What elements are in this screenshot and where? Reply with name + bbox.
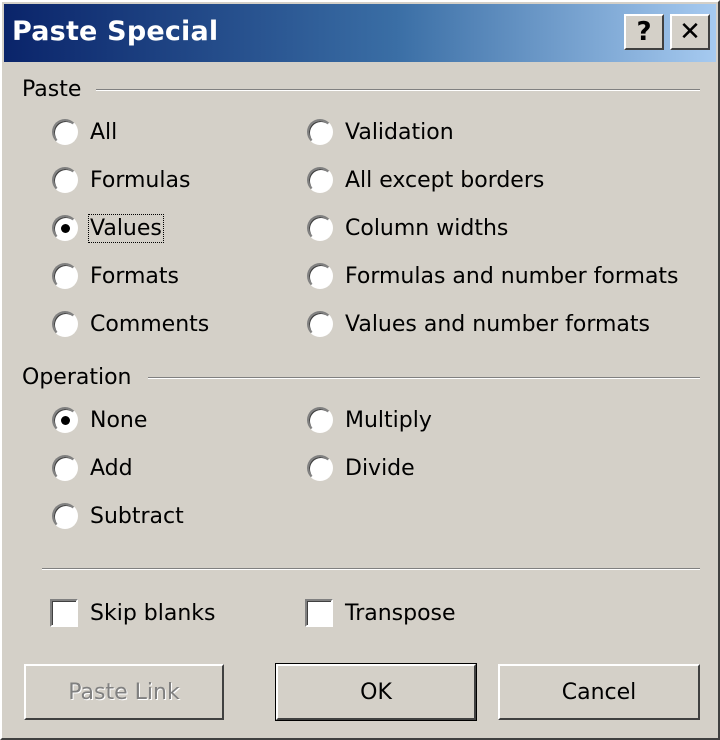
paste-special-dialog: Paste Special ? ✕ Paste All Formulas Val… (0, 0, 720, 740)
operation-group-divider (148, 377, 700, 379)
operation-group-label: Operation (22, 365, 132, 390)
paste-radio-validation[interactable]: Validation (307, 115, 454, 149)
ok-button[interactable]: OK (275, 663, 477, 721)
radio-button[interactable] (52, 455, 78, 481)
paste-radio-formulas[interactable]: Formulas (52, 163, 190, 197)
radio-button[interactable] (307, 215, 333, 241)
radio-button[interactable] (307, 119, 333, 145)
radio-button[interactable] (52, 263, 78, 289)
paste-radio-all[interactable]: All (52, 115, 117, 149)
transpose-checkbox[interactable] (305, 599, 333, 627)
operation-radio-subtract[interactable]: Subtract (52, 499, 184, 533)
radio-button[interactable] (307, 263, 333, 289)
transpose-checkbox-row[interactable]: Transpose (305, 596, 456, 630)
radio-label: None (90, 407, 148, 433)
radio-button[interactable] (52, 311, 78, 337)
help-icon: ? (636, 17, 652, 47)
radio-label: Comments (90, 311, 210, 337)
paste-group-divider (96, 89, 700, 91)
paste-radio-formats[interactable]: Formats (52, 259, 179, 293)
paste-link-button[interactable]: Paste Link (24, 664, 224, 720)
radio-label: Formulas and number formats (345, 263, 679, 289)
radio-label: Formats (90, 263, 179, 289)
paste-radio-all-except-borders[interactable]: All except borders (307, 163, 544, 197)
radio-button[interactable] (52, 167, 78, 193)
close-icon: ✕ (679, 17, 701, 47)
radio-button[interactable] (52, 407, 78, 433)
operation-radio-add[interactable]: Add (52, 451, 133, 485)
radio-button[interactable] (307, 455, 333, 481)
cancel-button[interactable]: Cancel (498, 664, 700, 720)
operation-radio-multiply[interactable]: Multiply (307, 403, 432, 437)
paste-radio-values-and-number-formats[interactable]: Values and number formats (307, 307, 650, 341)
radio-label: Validation (345, 119, 454, 145)
close-button[interactable]: ✕ (670, 14, 710, 50)
options-divider (42, 568, 700, 570)
radio-button[interactable] (52, 119, 78, 145)
radio-label: Values (88, 213, 164, 243)
radio-label: Subtract (90, 503, 184, 529)
radio-label: Divide (345, 455, 415, 481)
paste-radio-formulas-and-number-formats[interactable]: Formulas and number formats (307, 259, 679, 293)
radio-label: Add (90, 455, 133, 481)
paste-group-label: Paste (22, 77, 82, 102)
radio-label: All except borders (345, 167, 545, 193)
radio-label: Multiply (345, 407, 432, 433)
skip-blanks-checkbox[interactable] (50, 599, 78, 627)
dialog-title: Paste Special (12, 16, 219, 47)
radio-button[interactable] (307, 167, 333, 193)
title-bar[interactable]: Paste Special ? ✕ (4, 4, 716, 62)
radio-button[interactable] (52, 215, 78, 241)
radio-label: Values and number formats (345, 311, 650, 337)
radio-label: Column widths (345, 215, 509, 241)
radio-label: Formulas (90, 167, 191, 193)
checkbox-label: Transpose (345, 600, 456, 626)
operation-radio-none[interactable]: None (52, 403, 147, 437)
radio-button[interactable] (307, 407, 333, 433)
paste-radio-values[interactable]: Values (52, 211, 164, 245)
checkbox-label: Skip blanks (90, 600, 216, 626)
radio-button[interactable] (52, 503, 78, 529)
skip-blanks-checkbox-row[interactable]: Skip blanks (50, 596, 215, 630)
paste-radio-column-widths[interactable]: Column widths (307, 211, 508, 245)
operation-radio-divide[interactable]: Divide (307, 451, 415, 485)
paste-radio-comments[interactable]: Comments (52, 307, 209, 341)
help-button[interactable]: ? (624, 14, 664, 50)
radio-label: All (90, 119, 118, 145)
radio-button[interactable] (307, 311, 333, 337)
